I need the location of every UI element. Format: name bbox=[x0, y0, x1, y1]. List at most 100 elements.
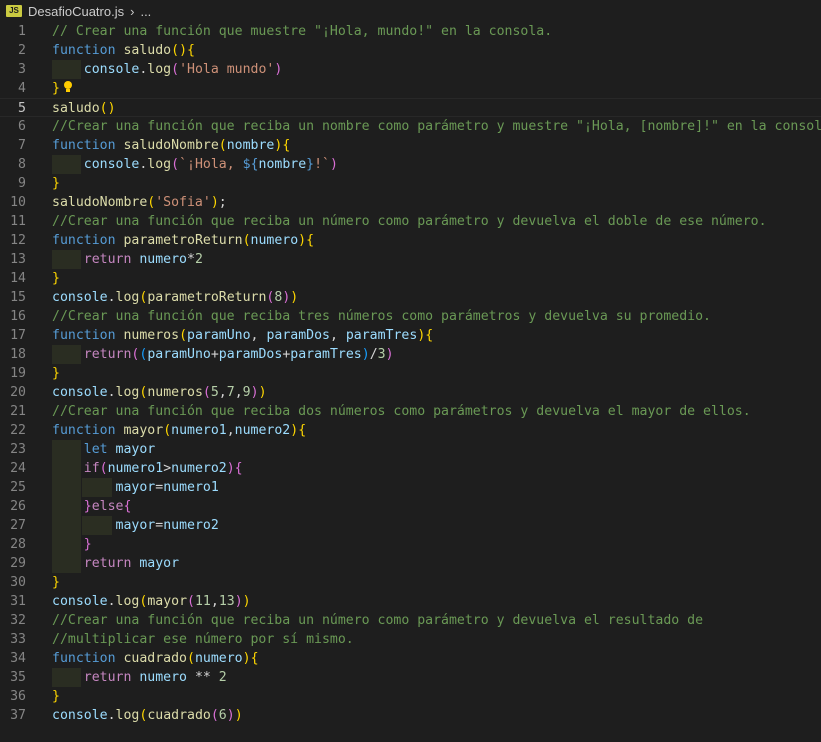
code-token: console bbox=[52, 290, 108, 305]
code-line[interactable]: 6 //Crear una función que reciba un nombr… bbox=[0, 117, 821, 136]
code-token: 11 bbox=[194, 594, 211, 609]
code-line[interactable]: 30} bbox=[0, 573, 821, 592]
code-line[interactable]: 15 console.log(parametroReturn(8)) bbox=[0, 288, 821, 307]
line-number: 1 bbox=[18, 24, 26, 39]
code-line[interactable]: 12 function parametroReturn(numero){ bbox=[0, 231, 821, 250]
code-line[interactable]: 10 saludoNombre('Sofia'); bbox=[0, 193, 821, 212]
code-line[interactable]: 4} bbox=[0, 79, 821, 98]
code-line[interactable]: 9} bbox=[0, 174, 821, 193]
code-line[interactable]: 17 function numeros(paramUno, paramDos, p… bbox=[0, 326, 821, 345]
code-line[interactable]: 21 //Crear una función que reciba dos núm… bbox=[0, 402, 821, 421]
code-token: ( bbox=[187, 594, 195, 609]
code-line[interactable]: 26 }else{ bbox=[0, 497, 821, 516]
code-line[interactable]: 14} bbox=[0, 269, 821, 288]
code-token: numero bbox=[139, 670, 187, 685]
code-token: 7 bbox=[226, 385, 235, 400]
code-line[interactable]: 18 return((paramUno+paramDos+paramTres)/… bbox=[0, 345, 821, 364]
code-line[interactable]: 13 return numero*2 bbox=[0, 250, 821, 269]
line-number: 29 bbox=[10, 556, 26, 571]
code-token: saludo bbox=[52, 101, 100, 116]
code-line[interactable]: 33 //multiplicar ese número por sí mismo. bbox=[0, 630, 821, 649]
code-line[interactable]: 19} bbox=[0, 364, 821, 383]
line-number: 9 bbox=[18, 176, 26, 191]
code-line[interactable]: 28 } bbox=[0, 535, 821, 554]
code-token: ) bbox=[361, 347, 370, 362]
lightbulb-icon[interactable] bbox=[63, 81, 73, 94]
code-editor[interactable]: 1 // Crear una función que muestre "¡Hola… bbox=[0, 22, 821, 725]
code-line[interactable]: 2 function saludo(){ bbox=[0, 41, 821, 60]
code-line[interactable]: 23 let mayor bbox=[0, 440, 821, 459]
code-text: mayor=numero1 bbox=[52, 478, 219, 497]
code-text: console.log(mayor(11,13)) bbox=[52, 592, 251, 611]
code-text: function numeros(paramUno, paramDos, par… bbox=[52, 326, 433, 345]
line-number: 24 bbox=[10, 461, 26, 476]
code-text: //Crear una función que reciba un número… bbox=[52, 212, 767, 231]
code-text: } bbox=[52, 174, 60, 193]
code-token: } bbox=[52, 366, 60, 381]
code-token: ) bbox=[242, 594, 251, 609]
code-line[interactable]: 7 function saludoNombre(nombre){ bbox=[0, 136, 821, 155]
line-number: 10 bbox=[10, 195, 26, 210]
code-token: } bbox=[52, 575, 60, 590]
code-token: 'Hola mundo' bbox=[179, 62, 275, 77]
code-text: console.log(cuadrado(6)) bbox=[52, 706, 243, 725]
code-token: + bbox=[210, 347, 219, 362]
code-token: function bbox=[52, 138, 116, 153]
code-line[interactable]: 8 console.log(`¡Hola, ${nombre}!`) bbox=[0, 155, 821, 174]
code-text: console.log(numeros(5,7,9)) bbox=[52, 383, 267, 402]
code-line[interactable]: 3 console.log('Hola mundo') bbox=[0, 60, 821, 79]
line-number: 27 bbox=[10, 518, 26, 533]
code-line[interactable]: 37 console.log(cuadrado(6)) bbox=[0, 706, 821, 725]
code-token: parametroReturn bbox=[147, 290, 267, 305]
code-token: 2 bbox=[218, 670, 227, 685]
code-token: } bbox=[52, 689, 60, 704]
code-text: } bbox=[52, 573, 60, 592]
breadcrumb-ellipsis[interactable]: ... bbox=[140, 4, 151, 19]
line-number: 36 bbox=[10, 689, 26, 704]
code-token: 3 bbox=[377, 347, 386, 362]
code-token: ) bbox=[329, 157, 338, 172]
code-token: console bbox=[52, 385, 108, 400]
code-token: , bbox=[218, 385, 227, 400]
code-text: } bbox=[52, 687, 60, 706]
code-line[interactable]: 1 // Crear una función que muestre "¡Hola… bbox=[0, 22, 821, 41]
line-number: 28 bbox=[10, 537, 26, 552]
code-token: mayor bbox=[115, 518, 156, 533]
breadcrumb-file-name[interactable]: DesafioCuatro.js bbox=[28, 4, 124, 19]
code-token: numeros bbox=[147, 385, 203, 400]
code-token: { bbox=[187, 43, 195, 58]
code-token: numero1 bbox=[163, 480, 219, 495]
code-token: ( bbox=[171, 62, 180, 77]
code-token: ( bbox=[218, 138, 227, 153]
code-line[interactable]: 25 mayor=numero1 bbox=[0, 478, 821, 497]
code-token: log bbox=[115, 708, 140, 723]
code-token: { bbox=[250, 651, 259, 666]
line-number: 14 bbox=[10, 271, 26, 286]
code-token: ) bbox=[250, 385, 259, 400]
code-token: ) bbox=[290, 290, 299, 305]
code-line[interactable]: 34 function cuadrado(numero){ bbox=[0, 649, 821, 668]
code-line[interactable]: 36} bbox=[0, 687, 821, 706]
code-text: function mayor(numero1,numero2){ bbox=[52, 421, 306, 440]
code-line[interactable]: 24 if(numero1>numero2){ bbox=[0, 459, 821, 478]
code-line[interactable]: 35 return numero ** 2 bbox=[0, 668, 821, 687]
code-token: paramDos bbox=[218, 347, 283, 362]
code-text: //Crear una función que reciba tres núme… bbox=[52, 307, 711, 326]
code-line[interactable]: 11 //Crear una función que reciba un núme… bbox=[0, 212, 821, 231]
code-line[interactable]: 5 saludo() bbox=[0, 98, 821, 117]
line-number: 5 bbox=[18, 101, 26, 116]
code-line[interactable]: 22 function mayor(numero1,numero2){ bbox=[0, 421, 821, 440]
code-line[interactable]: 27 mayor=numero2 bbox=[0, 516, 821, 535]
code-line[interactable]: 31 console.log(mayor(11,13)) bbox=[0, 592, 821, 611]
code-token: . bbox=[107, 385, 116, 400]
line-number: 4 bbox=[18, 81, 26, 96]
code-line[interactable]: 32 //Crear una función que reciba un núme… bbox=[0, 611, 821, 630]
line-number: 20 bbox=[10, 385, 26, 400]
code-line[interactable]: 29 return mayor bbox=[0, 554, 821, 573]
code-line[interactable]: 20 console.log(numeros(5,7,9)) bbox=[0, 383, 821, 402]
code-token: numero bbox=[194, 651, 243, 666]
code-token: function bbox=[52, 43, 116, 58]
code-line[interactable]: 16 //Crear una función que reciba tres nú… bbox=[0, 307, 821, 326]
